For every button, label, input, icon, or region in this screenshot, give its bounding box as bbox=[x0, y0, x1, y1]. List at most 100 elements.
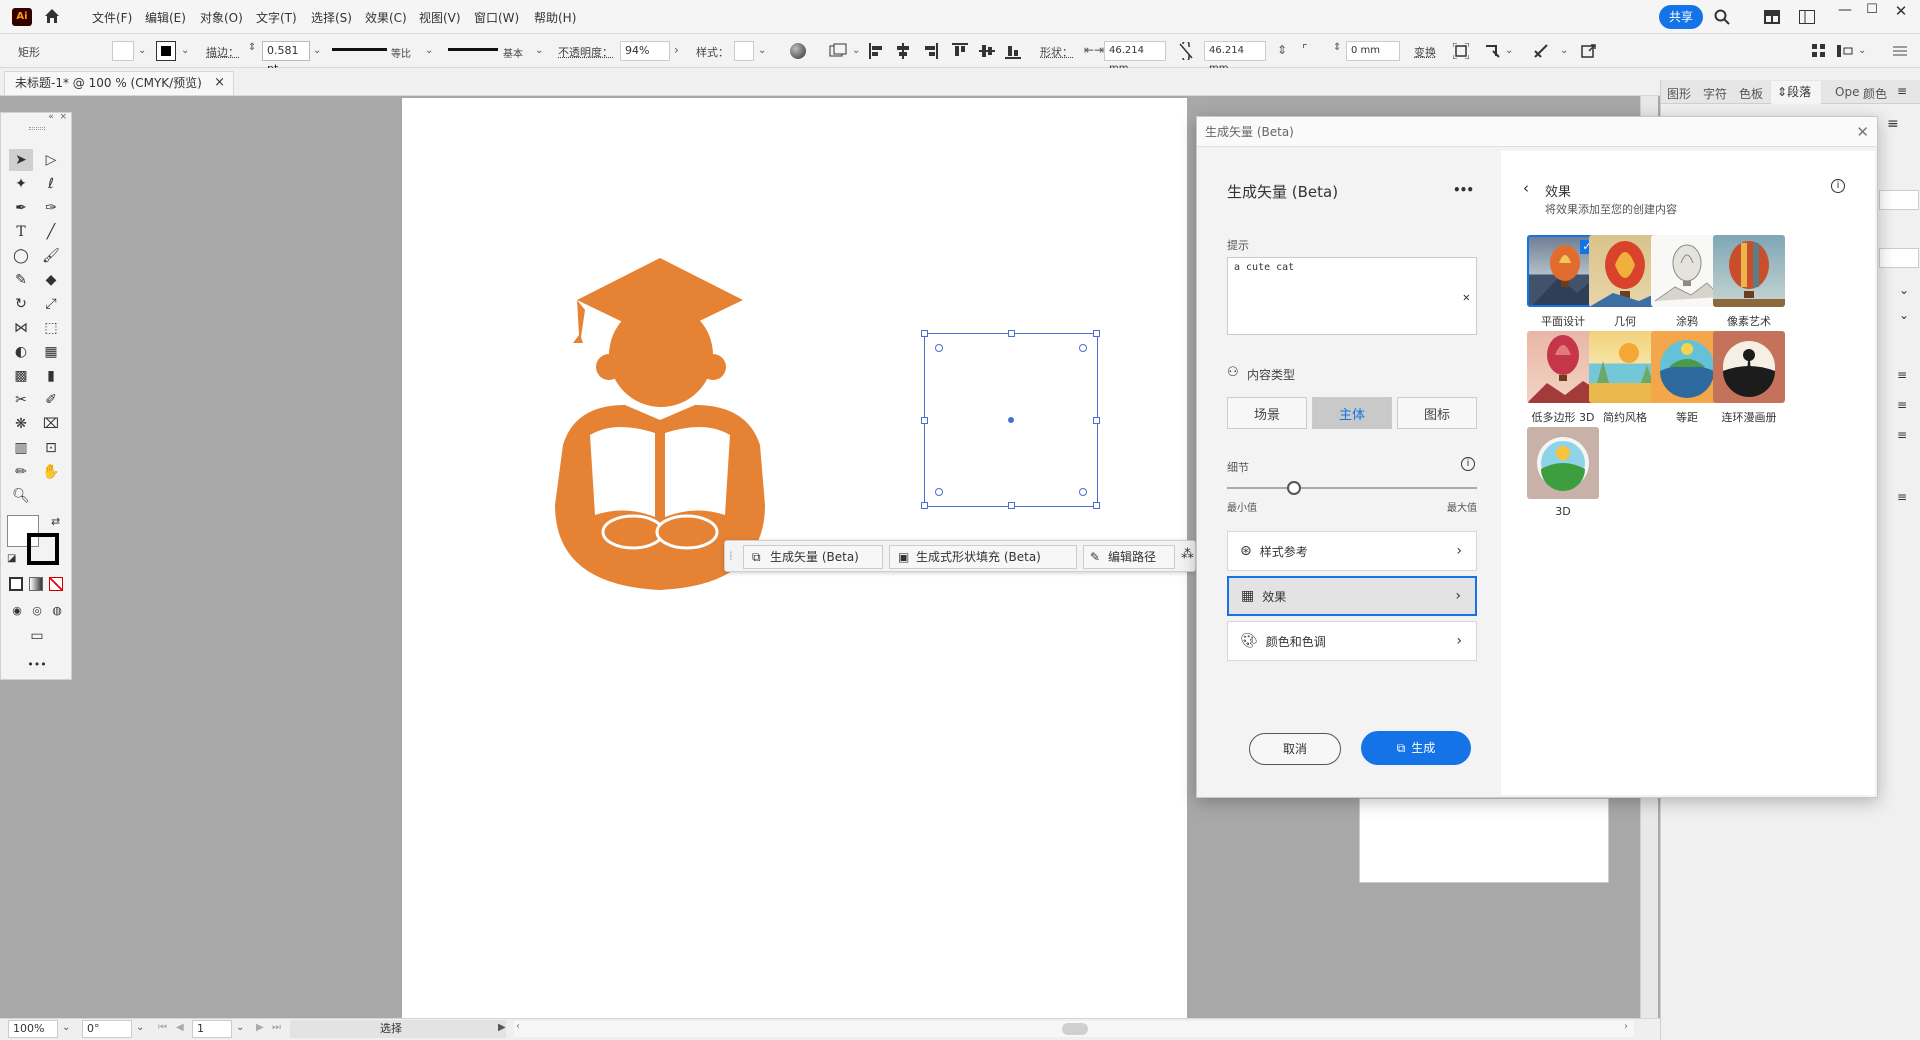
line-tool[interactable]: ╱ bbox=[39, 221, 63, 243]
selection-handle[interactable] bbox=[1008, 330, 1015, 337]
chevron-down-icon[interactable]: ⌄ bbox=[313, 45, 321, 56]
scroll-thumb[interactable] bbox=[1062, 1023, 1088, 1035]
menu-file[interactable]: 文件(F) bbox=[92, 9, 132, 26]
opacity-input[interactable]: 94% bbox=[620, 41, 670, 61]
menu-edit[interactable]: 编辑(E) bbox=[145, 9, 186, 26]
align-vcenter-icon[interactable] bbox=[978, 43, 996, 59]
app-logo[interactable]: Ai bbox=[12, 8, 32, 26]
color-tone-row[interactable]: 🎨︎ 颜色和色调 › bbox=[1227, 621, 1477, 661]
paintbrush-tool[interactable]: 🖌 bbox=[39, 245, 63, 267]
corner-widget[interactable] bbox=[935, 488, 943, 496]
edit-path-button[interactable]: ✎ 编辑路径 bbox=[1083, 545, 1175, 569]
export-icon[interactable] bbox=[1580, 43, 1598, 59]
symbol-sprayer-tool[interactable]: ❋ bbox=[9, 413, 33, 435]
segment-scene[interactable]: 场景 bbox=[1227, 397, 1307, 429]
generate-vector-button[interactable]: ⧉ 生成矢量 (Beta) bbox=[743, 545, 883, 569]
gradient-tool[interactable]: ▮ bbox=[39, 365, 63, 387]
prompt-textarea[interactable]: a cute cat ✕ bbox=[1227, 257, 1477, 335]
search-icon[interactable] bbox=[1712, 7, 1732, 27]
navigator-preview[interactable] bbox=[1359, 798, 1609, 883]
color-mode-button[interactable] bbox=[9, 577, 23, 591]
chevron-down-icon[interactable]: ⌄ bbox=[1899, 283, 1909, 297]
type-tool[interactable]: T bbox=[9, 221, 33, 243]
align-top-icon[interactable] bbox=[951, 43, 969, 59]
scroll-right-icon[interactable]: › bbox=[1624, 1021, 1628, 1032]
stroke-weight-input[interactable]: 0.581 pt bbox=[262, 41, 310, 61]
stroke-swatch[interactable] bbox=[156, 41, 176, 61]
back-chevron-icon[interactable]: ‹ bbox=[1523, 179, 1529, 197]
shape-builder-tool[interactable]: ◐ bbox=[9, 341, 33, 363]
stepper-icon[interactable]: ⇕ bbox=[248, 42, 256, 53]
panel-menu-icon[interactable]: ≡ bbox=[1897, 490, 1907, 504]
selection-handle[interactable] bbox=[1093, 502, 1100, 509]
close-tab-icon[interactable]: × bbox=[214, 72, 225, 94]
effect-thumb-pixel-art[interactable] bbox=[1713, 235, 1785, 307]
perspective-grid-tool[interactable]: ▦ bbox=[39, 341, 63, 363]
eraser-tool[interactable]: ◆ bbox=[39, 269, 63, 291]
eyedropper-tool[interactable]: ✐ bbox=[39, 389, 63, 411]
generative-shape-fill-button[interactable]: ▣ 生成式形状填充 (Beta) bbox=[889, 545, 1077, 569]
share-button[interactable]: 共享 bbox=[1659, 5, 1703, 29]
draw-inside-icon[interactable]: ◍ bbox=[45, 599, 69, 621]
drag-handle[interactable]: ⁞ bbox=[729, 549, 733, 563]
panel-menu-icon[interactable]: ≡ bbox=[1887, 116, 1899, 132]
align-right-icon[interactable] bbox=[921, 43, 939, 59]
chevron-down-icon[interactable]: ⌄ bbox=[1560, 45, 1568, 56]
maximize-button[interactable]: ☐ bbox=[1861, 2, 1883, 20]
detail-slider-track[interactable] bbox=[1227, 487, 1477, 489]
chevron-down-icon[interactable]: ⌄ bbox=[136, 1022, 144, 1033]
selected-rectangle[interactable] bbox=[924, 333, 1098, 507]
live-paint-tool[interactable]: ⌧ bbox=[39, 413, 63, 435]
detail-slider-thumb[interactable] bbox=[1287, 481, 1301, 495]
curvature-tool[interactable]: ✑ bbox=[39, 197, 63, 219]
panel-arrange-icon[interactable] bbox=[1810, 43, 1828, 59]
last-artboard-icon[interactable]: ⏭ bbox=[272, 1022, 281, 1033]
menu-effect[interactable]: 效果(C) bbox=[365, 9, 407, 26]
zoom-tool[interactable]: 🔍︎ bbox=[9, 485, 33, 507]
menu-window[interactable]: 窗口(W) bbox=[474, 9, 519, 26]
effect-thumb-comic-book[interactable] bbox=[1713, 331, 1785, 403]
align-bottom-icon[interactable] bbox=[1004, 43, 1022, 59]
align-hcenter-icon[interactable] bbox=[894, 43, 912, 59]
close-window-button[interactable]: ✕ bbox=[1890, 2, 1912, 20]
isolate-icon[interactable] bbox=[1452, 43, 1470, 59]
chevron-down-icon[interactable]: ⌄ bbox=[138, 45, 146, 56]
scroll-left-icon[interactable]: ‹ bbox=[516, 1021, 520, 1032]
chevron-down-icon[interactable]: ⌄ bbox=[1858, 45, 1866, 56]
chevron-down-icon[interactable]: ⌄ bbox=[236, 1022, 244, 1033]
corner-radius-input[interactable]: 0 mm bbox=[1346, 41, 1400, 61]
artboard-tool[interactable]: ⊡ bbox=[39, 437, 63, 459]
menu-select[interactable]: 选择(S) bbox=[311, 9, 352, 26]
default-colors-icon[interactable]: ◪ bbox=[7, 553, 16, 564]
stroke-color-box[interactable] bbox=[27, 533, 59, 565]
chevron-down-icon[interactable]: ⌄ bbox=[852, 45, 860, 56]
chevron-right-icon[interactable]: ▶ bbox=[498, 1022, 506, 1033]
segment-subject[interactable]: 主体 bbox=[1312, 397, 1392, 429]
panel-menu-icon[interactable]: ≡ bbox=[1897, 368, 1907, 382]
panel-menu-icon[interactable]: ≡ bbox=[1897, 84, 1907, 98]
corner-widget[interactable] bbox=[1079, 344, 1087, 352]
horizontal-scrollbar[interactable]: ‹ › bbox=[514, 1021, 1634, 1037]
segment-icon[interactable]: 图标 bbox=[1397, 397, 1477, 429]
gradient-mode-button[interactable] bbox=[29, 577, 43, 591]
edit-toolbar-icon[interactable]: ••• bbox=[25, 653, 49, 675]
chevron-down-icon[interactable]: ⌄ bbox=[758, 45, 766, 56]
panel-menu-icon[interactable] bbox=[1892, 44, 1908, 58]
panel-tab-color[interactable]: 颜色 bbox=[1863, 85, 1887, 102]
chevron-right-icon[interactable]: › bbox=[674, 43, 679, 57]
align-left-icon[interactable] bbox=[868, 43, 886, 59]
corner-widget[interactable] bbox=[935, 344, 943, 352]
effects-row[interactable]: ▦ 效果 › bbox=[1227, 576, 1477, 616]
width-input[interactable]: 46.214 mm bbox=[1104, 41, 1166, 61]
menu-help[interactable]: 帮助(H) bbox=[534, 9, 576, 26]
rotate-tool[interactable]: ↻ bbox=[9, 293, 33, 315]
magic-wand-tool[interactable]: ✦ bbox=[9, 173, 33, 195]
chevron-down-icon[interactable]: ⌄ bbox=[425, 45, 433, 56]
chevron-down-icon[interactable]: ⌄ bbox=[181, 45, 189, 56]
more-options-button[interactable]: ••• bbox=[1453, 183, 1473, 197]
width-tool[interactable]: ⋈ bbox=[9, 317, 33, 339]
lasso-tool[interactable]: ℓ bbox=[39, 173, 63, 195]
more-options-icon[interactable]: ⁂ bbox=[1181, 547, 1194, 562]
shaper-tool[interactable]: ✎ bbox=[9, 269, 33, 291]
free-transform-tool[interactable]: ⬚ bbox=[39, 317, 63, 339]
